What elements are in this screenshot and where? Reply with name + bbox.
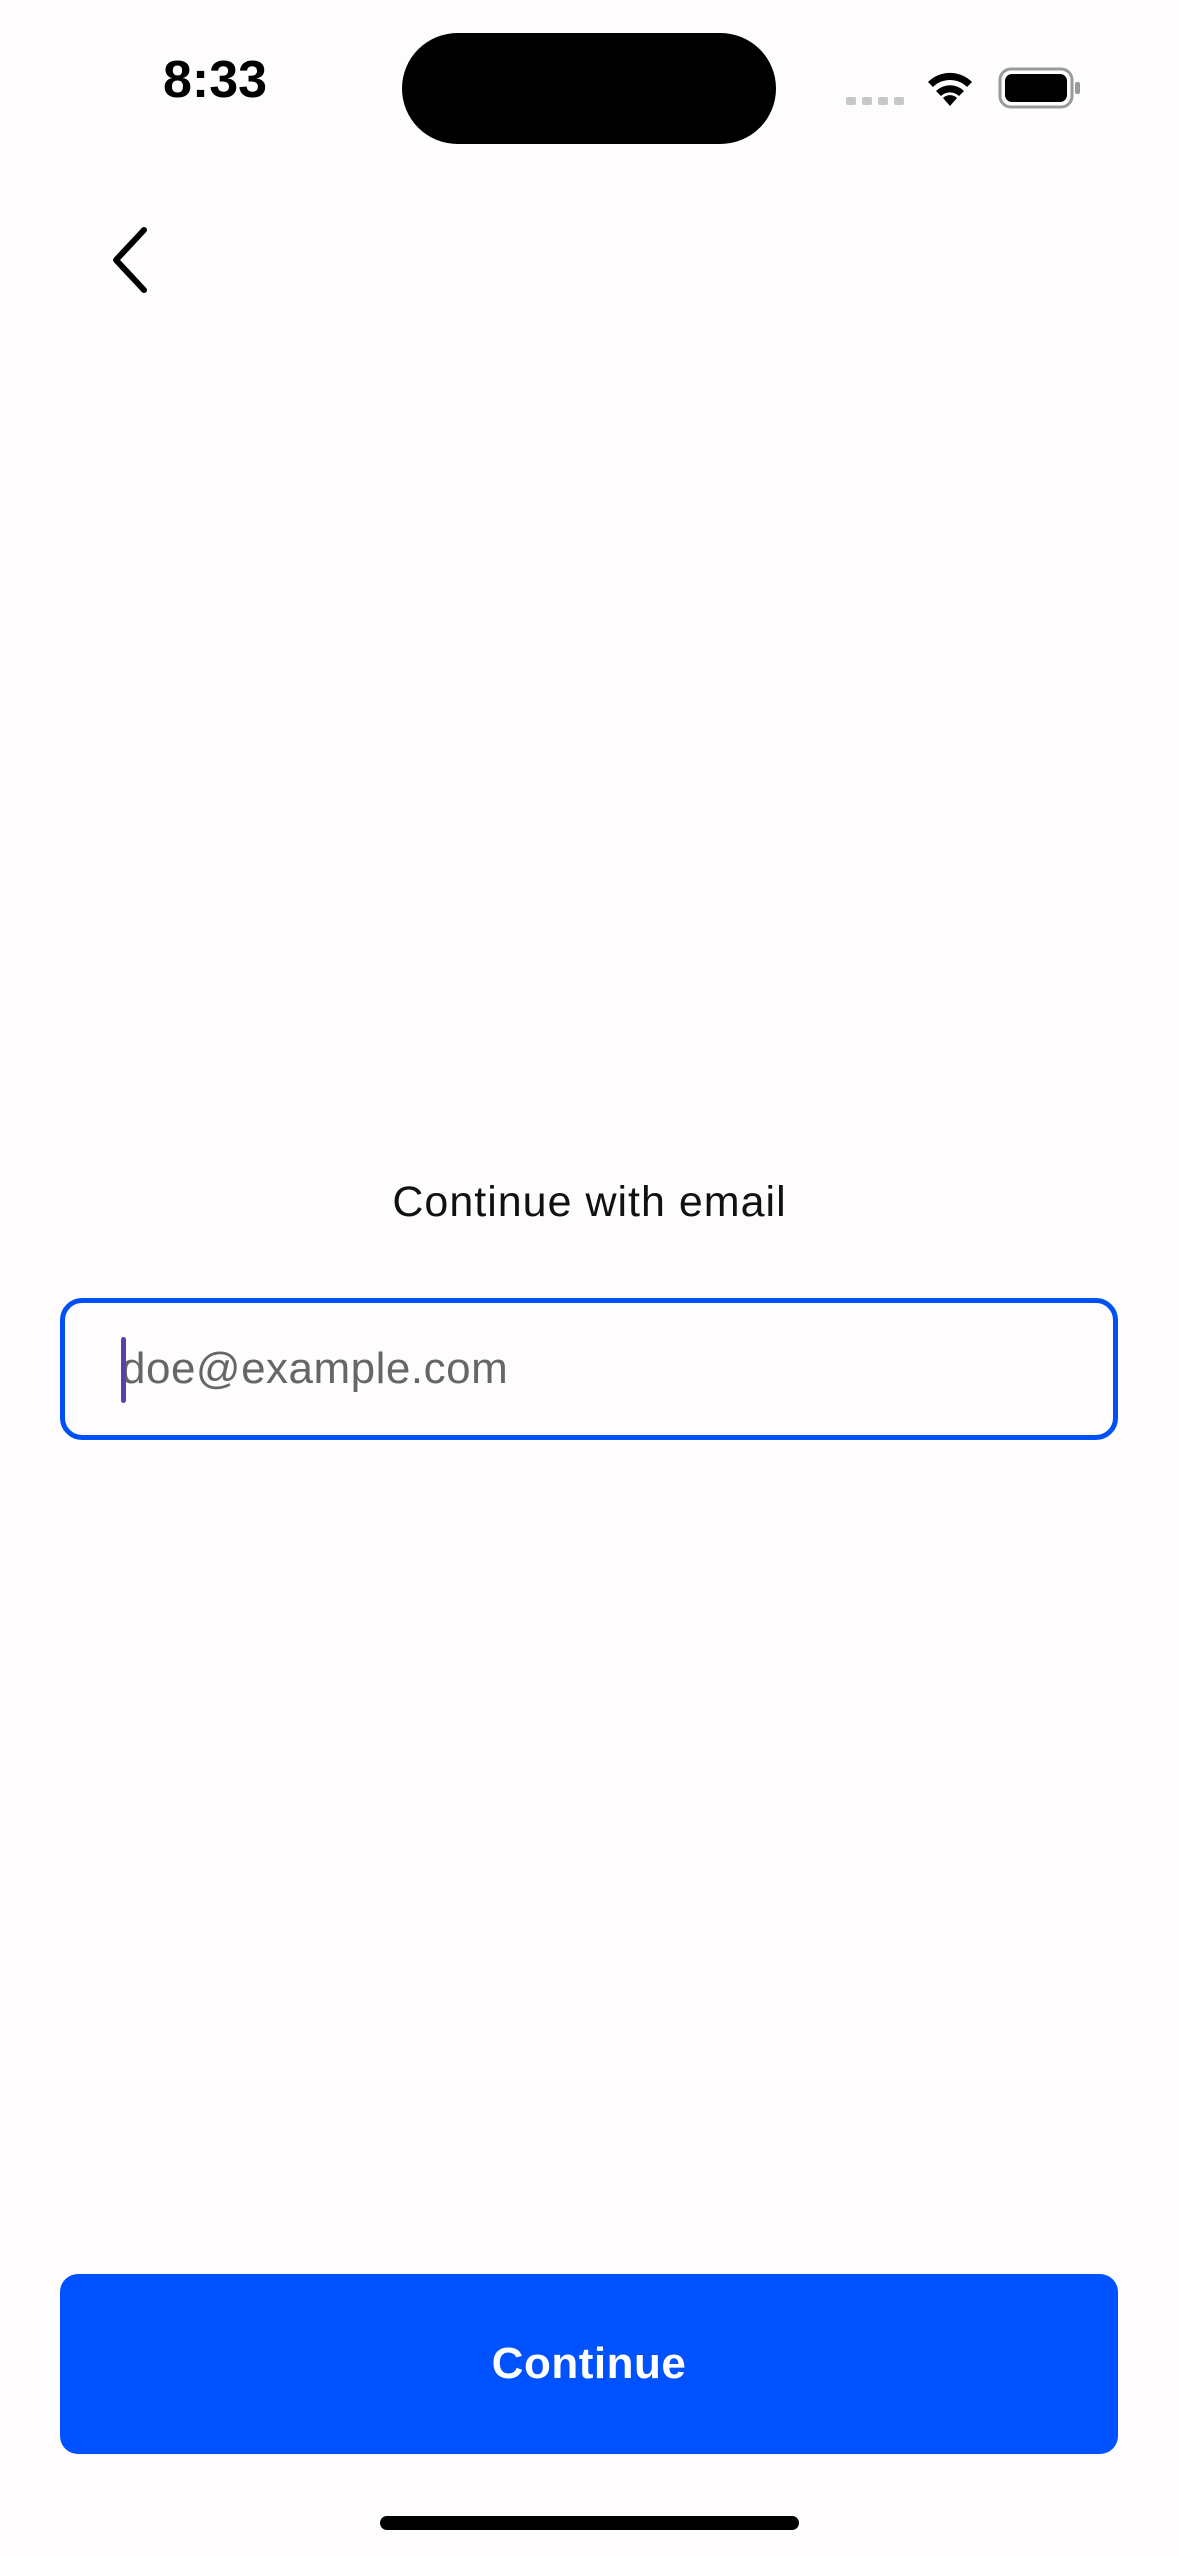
wifi-icon <box>928 72 972 106</box>
dynamic-island <box>402 33 776 144</box>
home-indicator[interactable] <box>380 2516 799 2530</box>
prompt-label: Continue with email <box>392 1178 787 1226</box>
email-field[interactable] <box>60 1298 1118 1440</box>
signal-dots-icon <box>846 97 904 105</box>
status-bar: 8:33 <box>0 0 1179 170</box>
continue-button[interactable]: Continue <box>60 2274 1118 2454</box>
email-input[interactable] <box>121 1303 1081 1435</box>
back-button[interactable] <box>90 210 170 310</box>
chevron-left-icon <box>113 227 147 293</box>
text-caret <box>121 1337 126 1403</box>
status-time: 8:33 <box>162 51 268 109</box>
battery-icon <box>998 67 1080 109</box>
